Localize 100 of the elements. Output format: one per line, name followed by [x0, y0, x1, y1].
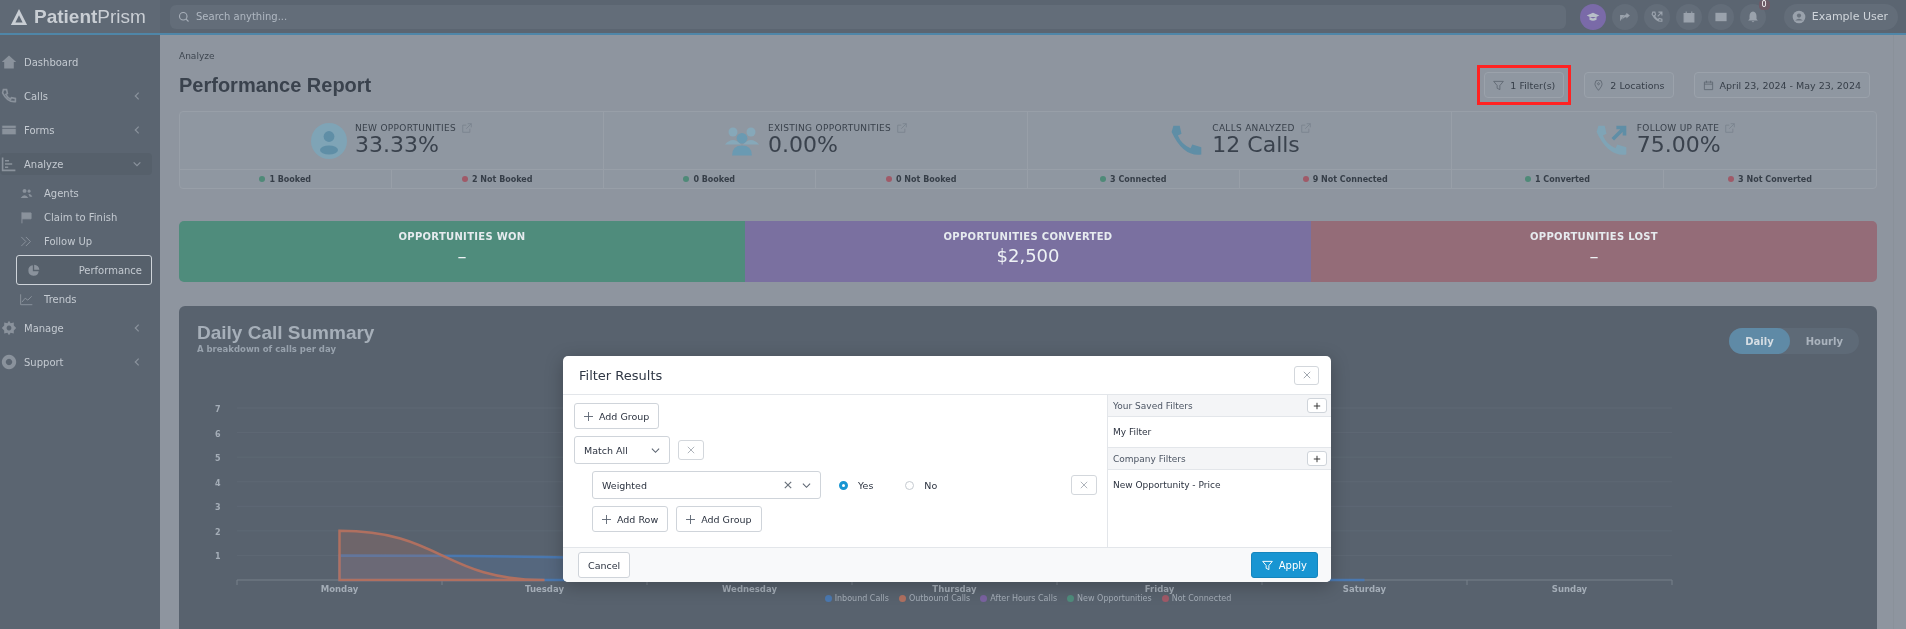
add-group-button[interactable]: Add Group — [574, 403, 660, 429]
brand-name: PatientPrism — [34, 5, 146, 28]
phone-icon — [0, 88, 18, 104]
add-row-button[interactable]: Add Row — [592, 506, 669, 532]
chevron-icon — [132, 91, 142, 101]
outcome-value: $2,500 — [996, 245, 1060, 266]
stat-breakdown: 0 Not Booked — [896, 174, 957, 184]
stat-label: EXISTING OPPORTUNITIES — [767, 123, 892, 134]
clear-icon[interactable] — [784, 481, 792, 489]
match-dropdown[interactable]: Match All — [574, 436, 670, 464]
legend-label: Inbound Calls — [834, 594, 889, 603]
pin-button[interactable]: 2 Locations — [1584, 72, 1674, 98]
chevron-icon — [132, 357, 142, 367]
remove-group-button[interactable] — [678, 440, 704, 460]
y-axis-label: 2 — [215, 527, 221, 537]
search-field[interactable]: Search anything... — [170, 4, 1566, 29]
close-button[interactable] — [1294, 365, 1319, 385]
sidebar-subitem[interactable]: Agents — [16, 183, 152, 203]
sidebar-item[interactable]: Manage — [0, 311, 152, 345]
person-icon — [311, 122, 348, 159]
stat-breakdown: 9 Not Connected — [1312, 174, 1388, 184]
chevrons-icon — [19, 234, 34, 248]
radio-option[interactable]: Yes — [839, 479, 874, 491]
user-menu-button[interactable]: Example User — [1783, 3, 1898, 30]
plus-icon — [1313, 401, 1321, 410]
radio-button[interactable] — [839, 480, 848, 490]
toggle-option[interactable]: Daily — [1729, 328, 1790, 354]
notification-badge: 0 — [1758, 0, 1770, 10]
cap-button[interactable] — [1579, 3, 1606, 30]
plus-icon — [584, 411, 593, 421]
sidebar-subitem[interactable]: Claim to Finish — [16, 207, 152, 227]
sidebar-subitem[interactable]: Trends — [16, 289, 152, 309]
radio-option[interactable]: No — [905, 479, 938, 491]
stat-label: NEW OPPORTUNITIES — [355, 123, 456, 134]
pin-icon — [1593, 79, 1605, 91]
chevron-down-icon — [651, 445, 660, 455]
close-icon — [687, 446, 695, 454]
calendar-button[interactable]: April 23, 2024 - May 23, 2024 — [1693, 72, 1870, 98]
sidebar-item[interactable]: Support — [0, 345, 152, 379]
y-axis-label: 6 — [215, 429, 221, 439]
users-icon — [19, 186, 34, 200]
phone-out-icon — [1649, 9, 1664, 24]
sidebar-item[interactable]: Analyze — [0, 153, 152, 175]
y-axis-label: 5 — [215, 454, 221, 464]
chevron-icon — [132, 323, 142, 333]
sidebar-item[interactable]: Calls — [0, 79, 152, 113]
remove-row-button[interactable] — [1071, 475, 1097, 495]
dialog-title: Filter Results — [579, 367, 663, 383]
book-button[interactable] — [1707, 3, 1734, 30]
chart-icon — [0, 156, 18, 172]
avatar-icon — [1791, 9, 1806, 24]
x-axis-label: Monday — [320, 584, 359, 594]
sidebar-subitem[interactable]: Performance — [16, 255, 152, 285]
x-axis-label: Friday — [1144, 584, 1175, 594]
sidebar-subitem[interactable]: Follow Up — [16, 231, 152, 251]
share-button[interactable] — [1611, 3, 1638, 30]
plus-icon — [686, 514, 696, 524]
outcome-label: OPPORTUNITIES WON — [398, 231, 526, 242]
stat-breakdown: 1 Booked — [269, 174, 312, 184]
breadcrumb[interactable]: Analyze — [179, 51, 215, 61]
chart-title: Daily Call Summary — [197, 322, 375, 344]
sidebar-item[interactable]: Dashboard — [0, 45, 152, 79]
phone-out-button[interactable] — [1643, 3, 1670, 30]
x-axis-label: Wednesday — [722, 584, 777, 594]
chevron-icon — [132, 125, 142, 135]
home-icon — [0, 54, 18, 70]
chevron-icon — [132, 159, 142, 169]
search-icon — [178, 10, 190, 23]
x-axis-label: Saturday — [1342, 584, 1387, 594]
add-filter-button[interactable] — [1307, 398, 1327, 413]
section-title: Company Filters — [1113, 453, 1186, 464]
close-icon — [1080, 481, 1088, 489]
outcome-label: OPPORTUNITIES CONVERTED — [943, 231, 1113, 242]
stat-value: 0.00% — [767, 133, 839, 158]
stat-label: CALLS ANALYZED — [1212, 123, 1295, 134]
stat-breakdown: 3 Not Converted — [1738, 174, 1812, 184]
lifebuoy-icon — [0, 354, 18, 370]
calendar-button[interactable] — [1675, 3, 1702, 30]
cancel-button[interactable]: Cancel — [578, 552, 631, 578]
field-dropdown[interactable]: Weighted — [592, 471, 821, 499]
stat-breakdown: 0 Booked — [693, 174, 736, 184]
plus-icon — [602, 514, 611, 524]
stat-value: 33.33% — [355, 133, 440, 158]
apply-button[interactable]: Apply — [1250, 552, 1318, 578]
flag-icon — [19, 210, 34, 224]
chart-subtitle: A breakdown of calls per day — [197, 344, 337, 354]
filter-icon — [1493, 79, 1505, 91]
saved-filter-item[interactable]: New Opportunity - Price — [1108, 470, 1331, 500]
legend-label: After Hours Calls — [990, 594, 1058, 603]
add-filter-button[interactable] — [1307, 451, 1327, 466]
page-title: Performance Report — [179, 73, 372, 97]
sidebar-item[interactable]: Forms — [0, 113, 152, 147]
plus-icon — [1313, 454, 1321, 463]
add-group-button[interactable]: Add Group — [676, 506, 762, 532]
legend-label: Not Connected — [1171, 594, 1232, 603]
toggle-option[interactable]: Hourly — [1789, 328, 1859, 354]
logo-icon — [10, 7, 28, 26]
x-axis-label: Sunday — [1551, 584, 1588, 594]
filter-button[interactable]: 1 Filter(s) — [1484, 72, 1565, 98]
stat-value: 75.00% — [1636, 133, 1722, 158]
